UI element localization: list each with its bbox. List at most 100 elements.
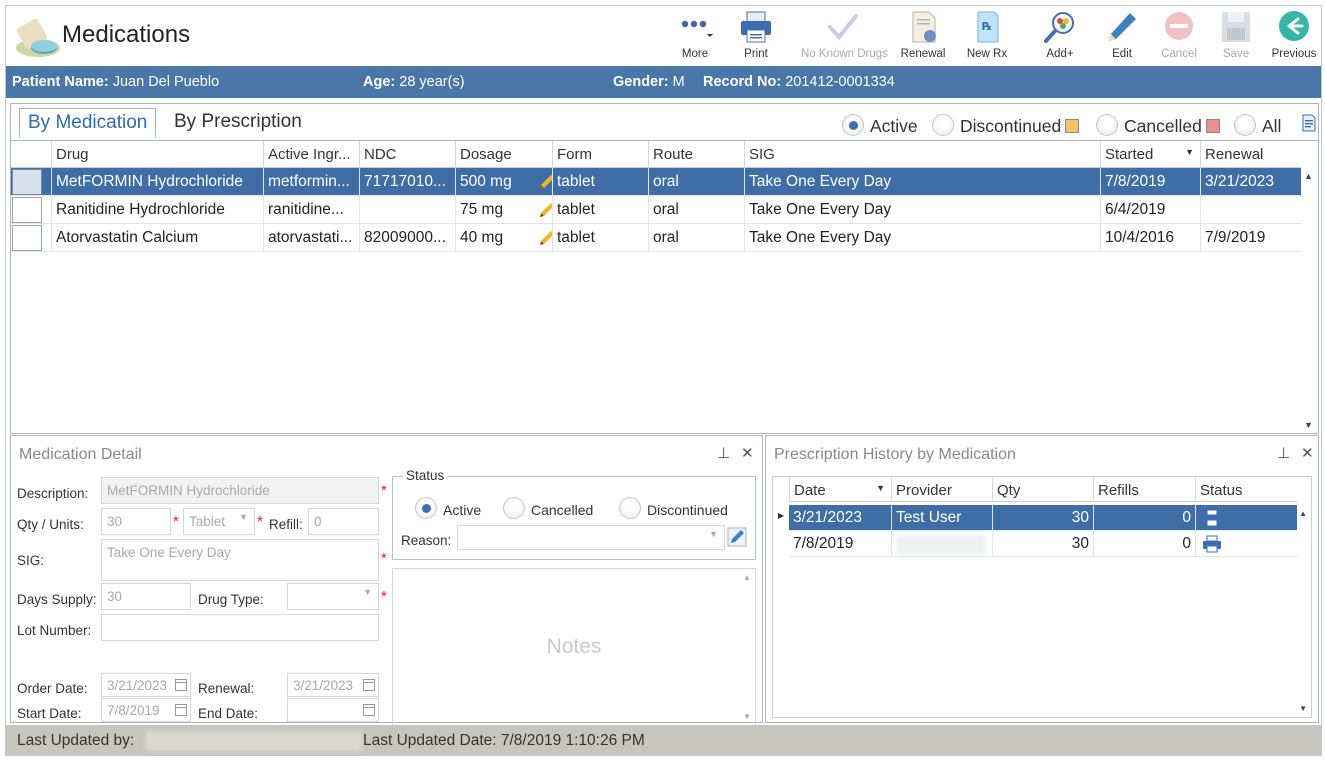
scroll-down-icon[interactable]: ▼	[1304, 420, 1313, 430]
order-date-field[interactable]: 3/21/2023	[101, 673, 191, 697]
calendar-icon[interactable]	[363, 679, 375, 691]
no-known-drugs-button[interactable]: No Known Drugs	[801, 8, 888, 64]
previous-button[interactable]: Previous	[1266, 8, 1322, 64]
sig-field[interactable]: Take One Every Day	[101, 539, 379, 581]
qty-field[interactable]: 30	[101, 508, 171, 535]
renewal-date-field[interactable]: 3/21/2023	[287, 673, 379, 697]
table-row[interactable]: 3/21/2023 Test User 30 0	[789, 505, 1297, 531]
cell-provider: Test User	[891, 505, 992, 531]
row-select-box[interactable]	[12, 197, 42, 223]
col-dosage[interactable]: Dosage	[455, 141, 552, 167]
new-rx-button[interactable]: ℞ New Rx	[959, 8, 1015, 64]
col-started[interactable]: Started ▼	[1100, 141, 1200, 167]
edit-dosage-icon[interactable]	[539, 230, 552, 246]
status-discontinued-radio[interactable]: Discontinued	[619, 497, 728, 519]
radio-icon	[503, 497, 525, 519]
scroll-up-icon[interactable]: ▲	[1304, 171, 1313, 181]
close-icon[interactable]: ✕	[741, 444, 754, 462]
cancel-icon	[1165, 12, 1193, 40]
patient-record-value: 201412-0001334	[785, 74, 895, 90]
description-field[interactable]: MetFORMIN Hydrochloride	[101, 477, 379, 504]
sort-desc-icon: ▼	[876, 483, 885, 493]
patient-name-value: Juan Del Pueblo	[112, 74, 220, 90]
col-drug[interactable]: Drug	[51, 141, 263, 167]
edit-reason-icon[interactable]	[727, 527, 747, 547]
print-button[interactable]: Print	[728, 8, 784, 64]
calendar-icon[interactable]	[175, 704, 187, 716]
filter-discontinued-radio[interactable]: Discontinued	[932, 114, 1080, 137]
printer-icon[interactable]	[1202, 509, 1222, 527]
cell-ndc	[359, 196, 455, 224]
tab-by-prescription[interactable]: By Prescription	[166, 108, 310, 138]
scroll-up-icon[interactable]: ▲	[1299, 509, 1307, 518]
filter-all-radio[interactable]: All	[1234, 114, 1281, 137]
status-cancelled-radio[interactable]: Cancelled	[503, 497, 593, 519]
drug-type-select[interactable]: ▼	[287, 583, 379, 610]
col-qty[interactable]: Qty	[992, 477, 1093, 502]
printer-icon[interactable]	[1202, 535, 1222, 553]
chevron-down-icon: ▼	[363, 587, 372, 597]
reason-select[interactable]: ▼	[457, 525, 725, 550]
radio-icon	[619, 497, 641, 519]
col-refills[interactable]: Refills	[1093, 477, 1195, 502]
edit-dosage-icon[interactable]	[539, 202, 552, 218]
filter-active-radio[interactable]: Active	[842, 114, 918, 137]
table-row[interactable]: MetFORMIN Hydrochloride metformin... 717…	[11, 168, 1301, 196]
previous-label: Previous	[1271, 48, 1317, 60]
table-row[interactable]: 7/8/2019 30 0	[789, 531, 1297, 557]
refill-field[interactable]: 0	[308, 508, 379, 535]
scroll-down-icon[interactable]: ▼	[743, 712, 751, 721]
calendar-icon[interactable]	[363, 704, 375, 716]
row-select-box[interactable]	[12, 169, 42, 195]
status-active-radio[interactable]: Active	[415, 497, 481, 519]
patient-gender: Gender: M	[613, 74, 685, 90]
cell-dosage-value: 40 mg	[460, 229, 504, 246]
col-date[interactable]: Date ▼	[789, 477, 891, 502]
scroll-down-icon[interactable]: ▼	[1299, 704, 1307, 713]
cell-dosage-value: 500 mg	[460, 173, 512, 190]
col-form[interactable]: Form	[552, 141, 648, 167]
scroll-up-icon[interactable]: ▲	[743, 573, 751, 582]
start-date-field[interactable]: 7/8/2019	[101, 698, 191, 722]
col-route[interactable]: Route	[648, 141, 744, 167]
end-date-field[interactable]	[287, 698, 379, 722]
units-value: Tablet	[189, 514, 226, 529]
renewal-button[interactable]: Renewal	[895, 8, 951, 64]
svg-text:℞: ℞	[982, 20, 992, 33]
close-icon[interactable]: ✕	[1301, 444, 1314, 462]
cell-status	[1195, 531, 1297, 557]
cell-date: 3/21/2023	[793, 509, 862, 526]
required-marker: *	[381, 482, 387, 499]
required-marker: *	[381, 588, 387, 605]
notes-area[interactable]: Notes ▲ ▼	[392, 568, 756, 726]
table-row[interactable]: Ranitidine Hydrochloride ranitidine... 7…	[11, 196, 1301, 224]
radio-selected-icon	[842, 114, 864, 136]
row-select-box[interactable]	[12, 225, 42, 251]
back-arrow-icon	[1279, 11, 1309, 41]
pin-icon[interactable]: ⊥	[1277, 444, 1290, 462]
tab-by-medication[interactable]: By Medication	[19, 108, 157, 138]
table-row[interactable]: Atorvastatin Calcium atorvastati... 8200…	[11, 224, 1301, 252]
filter-cancelled-radio[interactable]: Cancelled	[1096, 114, 1220, 137]
grid-scrollbar[interactable]: ▲ ▼	[1302, 167, 1316, 432]
cell-sig: Take One Every Day	[744, 224, 1100, 252]
history-grid: Date ▼ Provider Qty Refills Status ▶ 3/21…	[772, 476, 1312, 718]
pill-bottle-icon	[16, 19, 60, 57]
col-status[interactable]: Status	[1195, 477, 1297, 502]
col-ndc[interactable]: NDC	[359, 141, 455, 167]
pin-icon[interactable]: ⊥	[717, 444, 730, 462]
lot-number-field[interactable]	[101, 614, 379, 641]
edit-dosage-icon[interactable]	[539, 174, 552, 190]
export-document-icon[interactable]	[1302, 114, 1316, 132]
col-renewal[interactable]: Renewal	[1200, 141, 1301, 167]
cell-ingredient: ranitidine...	[263, 196, 359, 224]
calendar-icon[interactable]	[175, 679, 187, 691]
medication-grid: Drug Active Ingr... NDC Dosage Form Rout…	[11, 140, 1318, 252]
col-provider[interactable]: Provider	[891, 477, 992, 502]
status-active-label: Active	[443, 502, 482, 518]
col-sig[interactable]: SIG	[744, 141, 1100, 167]
col-active-ingredient[interactable]: Active Ingr...	[263, 141, 359, 167]
days-supply-field[interactable]: 30	[101, 583, 191, 610]
units-select[interactable]: Tablet ▼	[183, 508, 255, 535]
drug-type-label: Drug Type:	[198, 592, 264, 607]
